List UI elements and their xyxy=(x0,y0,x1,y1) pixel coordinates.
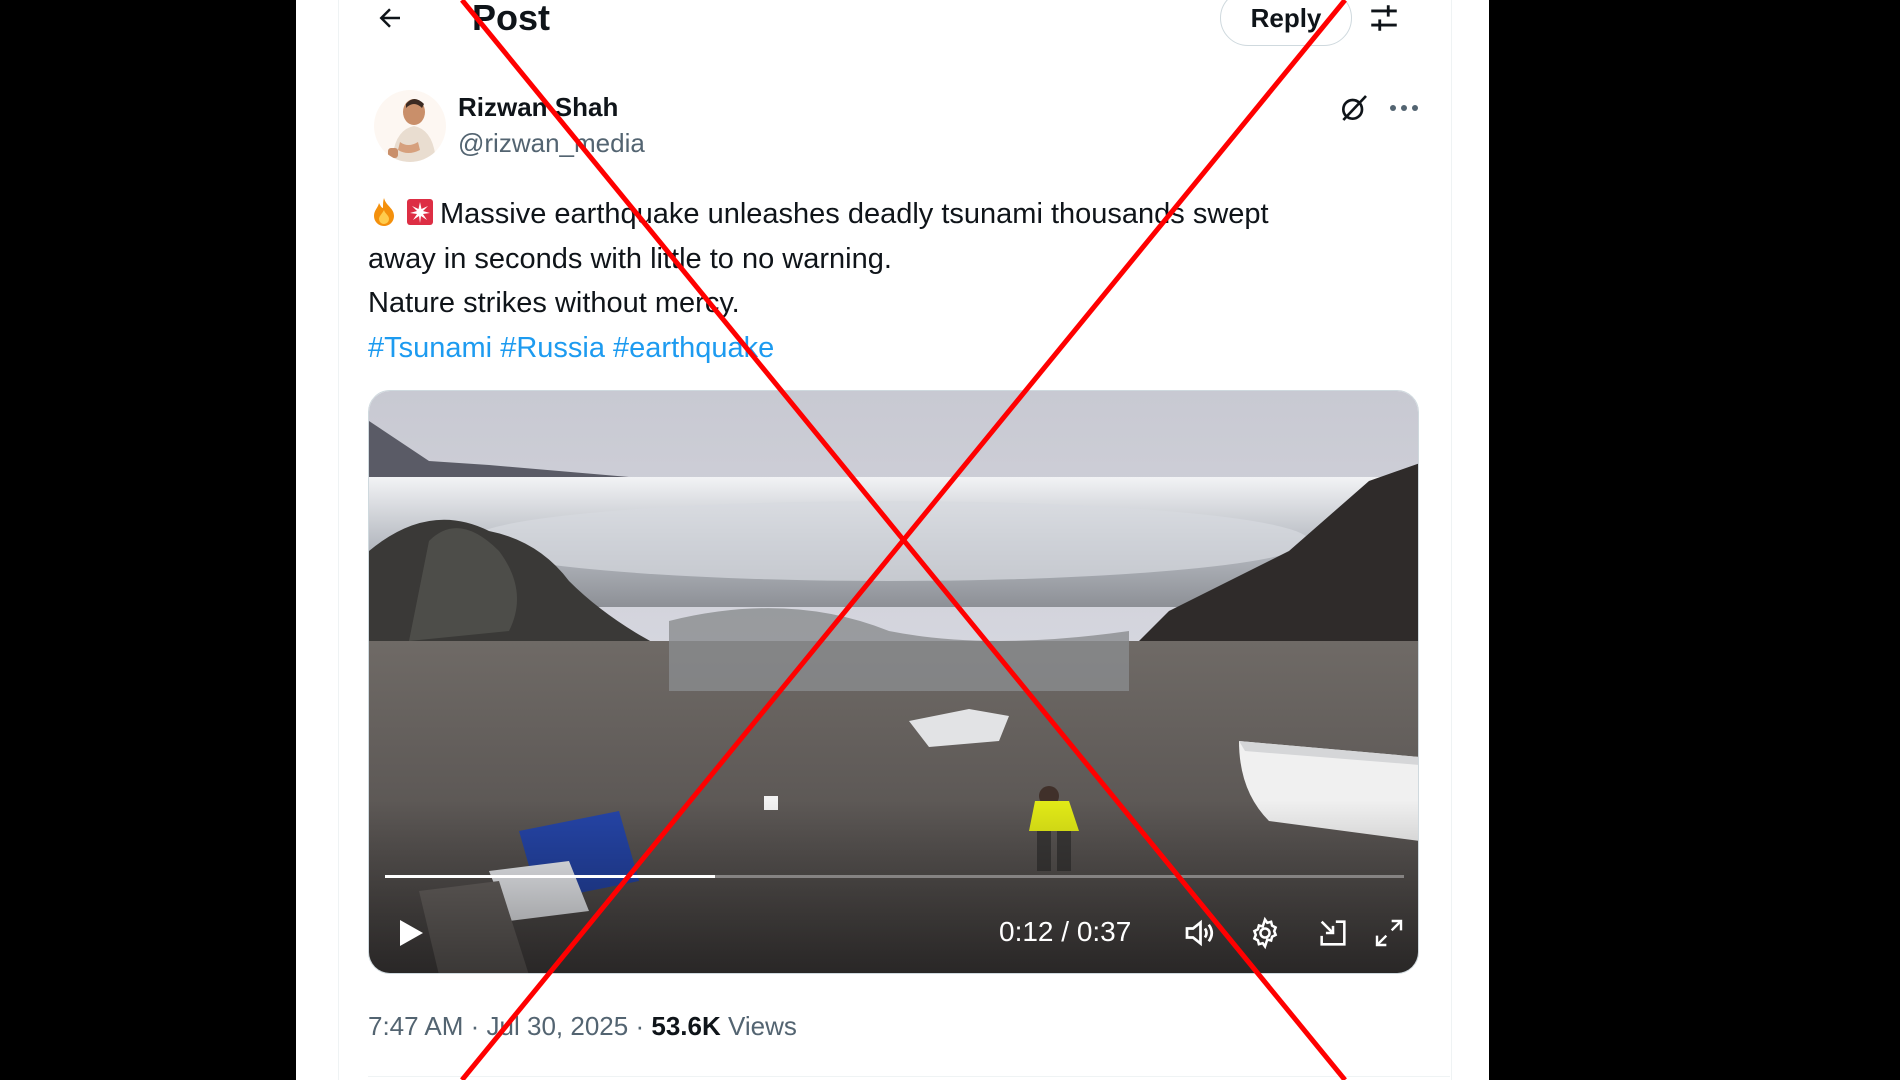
fire-emoji-icon xyxy=(374,198,394,226)
more-dots-icon xyxy=(1390,105,1418,111)
post-meta: 7:47 AM · Jul 30, 2025 · 53.6K Views xyxy=(368,1006,797,1046)
video-time: 0:12 / 0:37 xyxy=(999,916,1132,947)
post-time[interactable]: 7:47 AM xyxy=(368,1011,463,1041)
sliders-icon xyxy=(1371,5,1397,31)
divider xyxy=(368,1076,1450,1077)
views-label: Views xyxy=(727,1011,797,1041)
tweet-text: Massive earthquake unleashes deadly tsun… xyxy=(368,192,1438,370)
meta-separator: · xyxy=(470,1011,480,1041)
views-count: 53.6K xyxy=(651,1011,721,1041)
post-page: Post Reply Rizwan Shah @rizwan_media Mas… xyxy=(296,0,1489,1080)
volume-button[interactable] xyxy=(1179,913,1219,953)
page-title: Post xyxy=(472,0,551,38)
hashtag-earthquake[interactable]: #earthquake xyxy=(613,332,774,364)
avatar[interactable] xyxy=(374,90,446,162)
grok-button[interactable] xyxy=(1336,90,1372,126)
author-name[interactable]: Rizwan Shah xyxy=(458,92,618,122)
filter-button[interactable] xyxy=(1364,0,1404,38)
volume-icon xyxy=(1185,919,1214,947)
more-options-button[interactable] xyxy=(1382,90,1426,126)
video-progress-bar[interactable] xyxy=(385,875,1404,878)
fullscreen-icon xyxy=(1375,919,1403,947)
post-header: Post Reply xyxy=(296,0,1489,46)
play-icon xyxy=(400,920,423,946)
video-frame xyxy=(369,391,1418,973)
back-button[interactable] xyxy=(370,0,410,36)
tweet-line-1: Massive earthquake unleashes deadly tsun… xyxy=(440,198,1269,230)
back-arrow-icon xyxy=(379,8,400,28)
meta-separator: · xyxy=(635,1011,645,1041)
siren-emoji-icon xyxy=(407,199,433,225)
tweet-line-3: Nature strikes without mercy. xyxy=(368,287,740,319)
video-player[interactable]: 0:12 / 0:37 xyxy=(368,390,1419,974)
pip-button[interactable] xyxy=(1313,913,1353,953)
picture-in-picture-icon xyxy=(1320,920,1346,946)
post-date[interactable]: Jul 30, 2025 xyxy=(487,1011,629,1041)
gear-icon xyxy=(1252,916,1278,950)
hashtag-tsunami[interactable]: #Tsunami xyxy=(368,332,492,364)
hashtag-row: #Tsunami #Russia #earthquake xyxy=(368,326,1438,371)
play-button[interactable] xyxy=(391,913,431,953)
author-handle[interactable]: @rizwan_media xyxy=(458,128,645,158)
hashtag-russia[interactable]: #Russia xyxy=(500,332,605,364)
reply-button[interactable]: Reply xyxy=(1220,0,1352,46)
fullscreen-button[interactable] xyxy=(1369,913,1409,953)
grok-icon xyxy=(1342,95,1367,121)
tweet-line-2: away in seconds with little to no warnin… xyxy=(368,242,892,275)
video-progress-fill xyxy=(385,875,716,878)
settings-button[interactable] xyxy=(1245,913,1285,953)
